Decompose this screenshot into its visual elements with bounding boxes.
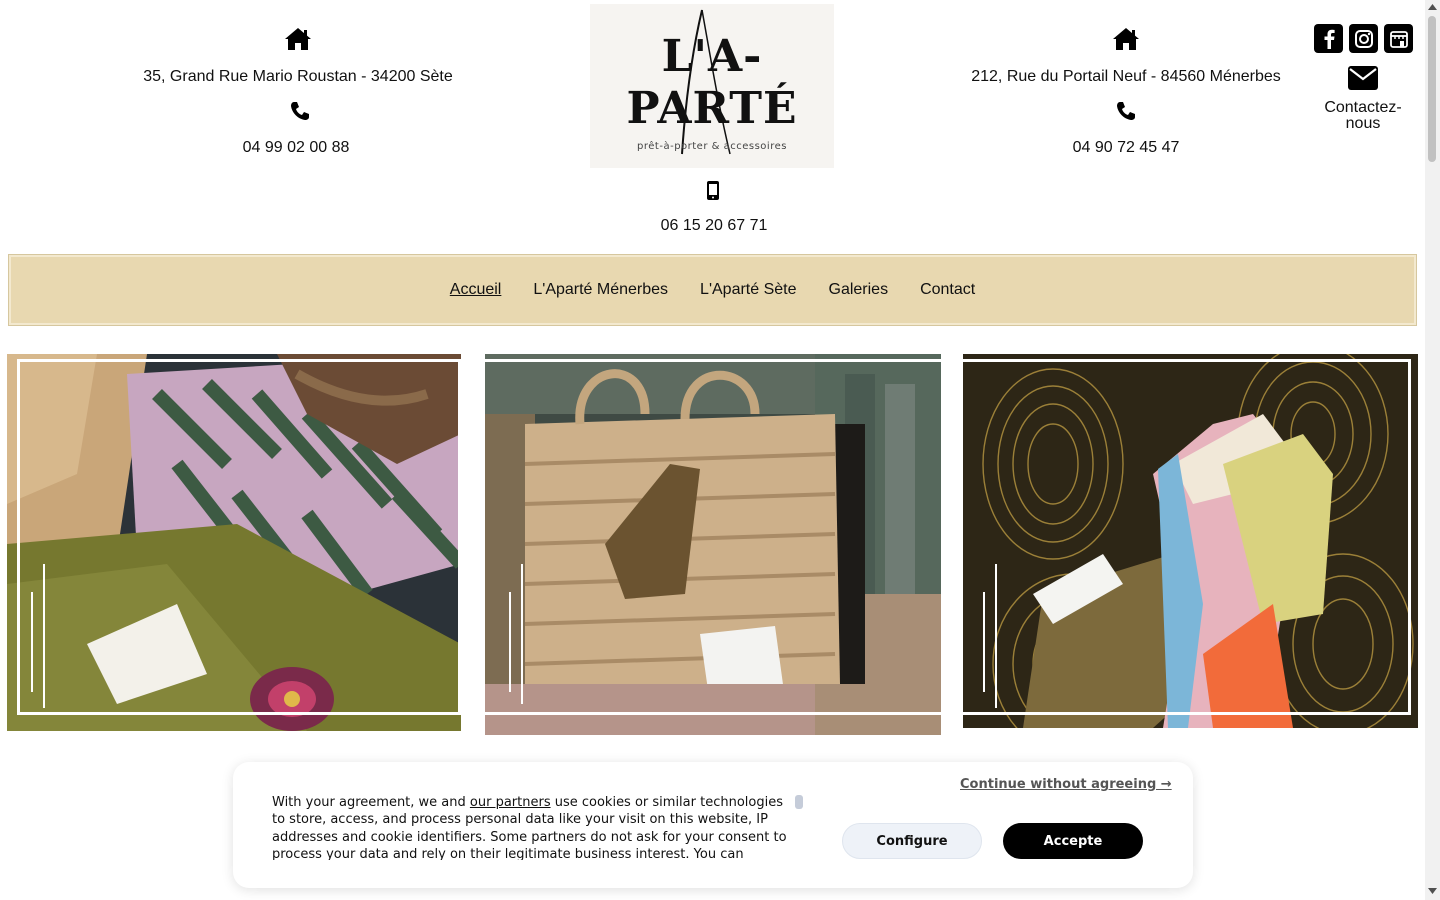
scroll-up-arrow-icon[interactable] (1428, 4, 1437, 10)
gallery-photo-1[interactable] (7, 354, 461, 731)
right-shop-phone-icon (1116, 101, 1136, 121)
store-icon[interactable] (1384, 24, 1413, 53)
accept-button[interactable]: Accepte (1003, 823, 1143, 859)
logo-tagline: prêt-à-porter & accessoires (637, 141, 787, 152)
facebook-icon[interactable] (1314, 24, 1343, 53)
photo-2-line-a (521, 564, 523, 704)
continue-without-agreeing-link[interactable]: Continue without agreeing → (960, 777, 1172, 792)
nav-item-galeries[interactable]: Galeries (829, 281, 889, 299)
contact-link[interactable]: Contactez-nous (1318, 66, 1408, 132)
brand-logo[interactable]: L'A- PARTÉ prêt-à-porter & accessoires (590, 4, 834, 168)
page-scrollbar[interactable] (1425, 0, 1440, 900)
cookie-text-start: With your agreement, we and (272, 795, 470, 810)
mobile-phone-icon (707, 181, 719, 200)
our-partners-link[interactable]: our partners (470, 795, 551, 810)
envelope-icon (1318, 66, 1408, 90)
nav-item-accueil[interactable]: Accueil (450, 281, 502, 299)
social-links (1314, 24, 1413, 53)
nav-item-menerbes[interactable]: L'Aparté Ménerbes (533, 281, 668, 299)
nav-item-contact[interactable]: Contact (920, 281, 975, 299)
page-scroll-thumb[interactable] (1428, 16, 1436, 162)
nav-item-sete[interactable]: L'Aparté Sète (700, 281, 796, 299)
right-shop-home-icon (1112, 27, 1140, 51)
gallery-photo-2[interactable] (485, 354, 941, 735)
photo-3-line-a (995, 564, 997, 708)
photo-3-line-b (983, 592, 985, 692)
scroll-down-arrow-icon[interactable] (1428, 888, 1437, 894)
mobile-phone-number[interactable]: 06 15 20 67 71 (614, 217, 814, 235)
cookie-consent-text: With your agreement, we and our partners… (272, 794, 797, 860)
contact-label: Contactez-nous (1324, 99, 1402, 132)
photo-1-line-b (31, 592, 33, 692)
photo-2-line-b (509, 592, 511, 692)
instagram-icon[interactable] (1349, 24, 1378, 53)
left-shop-address: 35, Grand Rue Mario Roustan - 34200 Sète (143, 68, 453, 85)
left-shop-home-icon (284, 27, 312, 51)
right-shop-phone[interactable]: 04 90 72 45 47 (1026, 139, 1226, 157)
main-navigation: Accueil L'Aparté Ménerbes L'Aparté Sète … (8, 254, 1417, 326)
cookie-text-scrollbar[interactable] (795, 795, 803, 809)
left-shop-phone-icon (290, 101, 310, 121)
gallery-photo-3[interactable] (963, 354, 1418, 728)
configure-button[interactable]: Configure (842, 823, 982, 859)
left-shop-phone[interactable]: 04 99 02 00 88 (196, 139, 396, 157)
photo-1-line-a (43, 564, 45, 708)
cookie-consent-banner: Continue without agreeing → With your ag… (233, 762, 1193, 888)
right-shop-address: 212, Rue du Portail Neuf - 84560 Ménerbe… (971, 68, 1281, 85)
